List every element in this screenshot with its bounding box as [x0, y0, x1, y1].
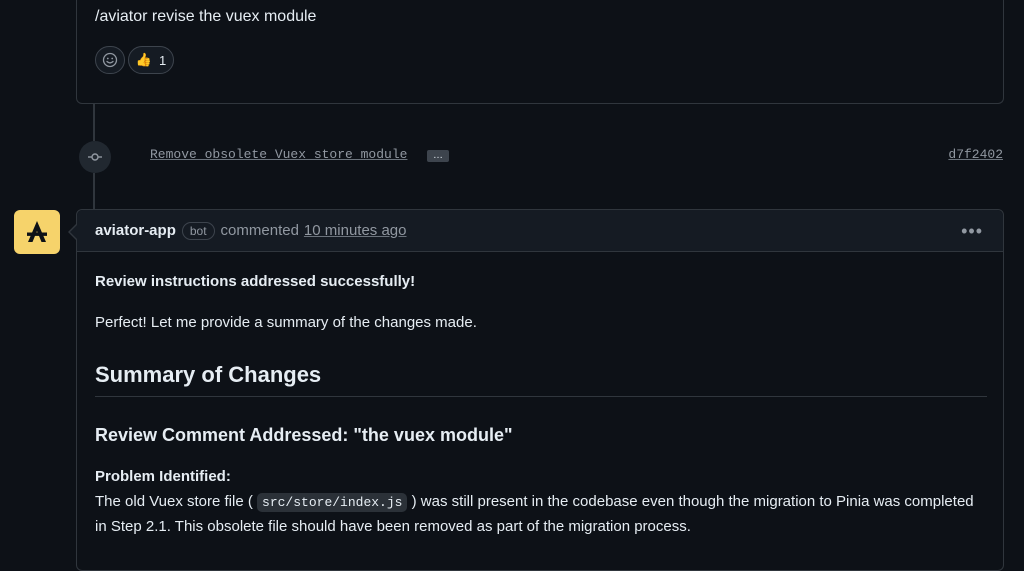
comment-intro: Perfect! Let me provide a summary of the… [95, 314, 477, 331]
thumbs-up-icon: 👍 [135, 52, 152, 67]
bot-badge: bot [181, 221, 215, 240]
problem-description: The old Vuex store file ( src/store/inde… [95, 490, 975, 539]
timeline-line-lower [93, 173, 95, 209]
comment-action: commented [220, 222, 299, 239]
summary-heading: Summary of Changes [95, 362, 322, 387]
reaction-count: 1 [158, 52, 167, 68]
commit-message-link[interactable]: Remove obsolete Vuex store module [150, 147, 407, 162]
aviator-logo-icon [27, 221, 47, 242]
problem-text-before: The old Vuex store file ( [95, 493, 253, 510]
kebab-icon[interactable]: ••• [961, 222, 983, 240]
expand-commit-button[interactable]: … [427, 150, 449, 162]
review-comment-heading: Review Comment Addressed: "the vuex modu… [95, 425, 513, 445]
thumbs-up-reaction-button[interactable]: 👍 1 [128, 46, 174, 74]
avatar[interactable] [14, 210, 60, 254]
timeline-line-upper [93, 103, 95, 141]
comment-timestamp-link[interactable]: 10 minutes ago [304, 222, 407, 239]
problem-label: Problem Identified: [95, 468, 231, 485]
bot-comment: aviator-app bot commented 10 minutes ago… [68, 209, 1004, 571]
author-link[interactable]: aviator-app [95, 222, 176, 239]
smiley-icon [102, 52, 118, 68]
git-commit-icon [79, 141, 111, 173]
previous-comment: /aviator revise the vuex module 👍 1 [76, 0, 1004, 104]
file-path-code: src/store/index.js [257, 493, 408, 512]
previous-comment-text: /aviator revise the vuex module [95, 8, 317, 25]
comment-header: aviator-app bot commented 10 minutes ago… [77, 210, 1003, 252]
commit-sha-link[interactable]: d7f2402 [948, 147, 1003, 162]
add-reaction-button[interactable] [95, 46, 125, 74]
heading-divider [95, 396, 987, 397]
review-status: Review instructions addressed successful… [95, 273, 416, 290]
